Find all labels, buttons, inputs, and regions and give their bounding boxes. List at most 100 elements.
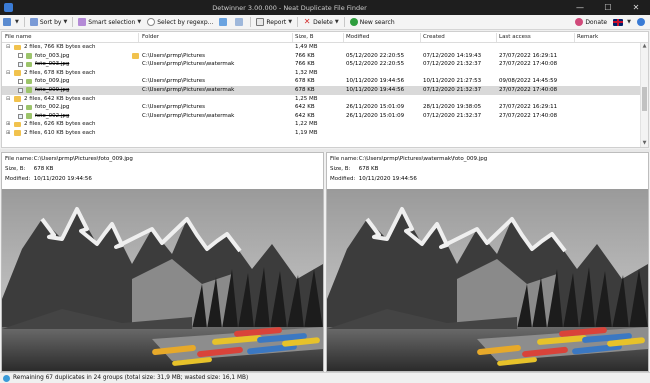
smart-selection-button[interactable]: Smart selection ▼	[75, 16, 144, 29]
expand-icon[interactable]: ⊞	[6, 130, 10, 136]
column-created[interactable]: Created	[423, 34, 445, 40]
column-folder[interactable]: Folder	[142, 34, 159, 40]
scrollbar-thumb[interactable]	[642, 87, 647, 111]
column-remark[interactable]: Remark	[577, 34, 598, 40]
chevron-down-icon: ▼	[137, 19, 142, 25]
file-size: 642 KB	[295, 112, 315, 119]
row-checkbox[interactable]	[18, 87, 23, 93]
scroll-down-icon[interactable]: ▼	[641, 140, 648, 147]
file-modified: 05/12/2020 22:20:55	[346, 61, 405, 68]
column-divider	[138, 33, 139, 42]
size-label: Size, B:	[5, 166, 26, 172]
report-label: Report	[266, 18, 287, 26]
group-size: 1,32 MB	[295, 69, 318, 76]
group-row[interactable]: ⊟ 2 files, 678 KB bytes each 1,32 MB	[2, 69, 648, 78]
file-name-label: File name:	[5, 156, 34, 162]
sort-by-button[interactable]: Sort by ▼	[27, 16, 70, 29]
help-button[interactable]	[634, 16, 650, 29]
preview-image	[327, 189, 648, 371]
file-accessed: 27/07/2022 17:40:08	[499, 86, 558, 93]
image-file-icon	[26, 104, 32, 111]
group-label: 2 files, 610 KB bytes each	[24, 129, 96, 136]
list-view-icon	[3, 18, 11, 26]
select-by-regexp-button[interactable]: Select by regexp...	[144, 16, 216, 29]
file-row[interactable]: foto_003.jpg C:\Users\prmp\Pictures 766 …	[2, 52, 648, 61]
file-created: 07/12/2020 21:32:37	[423, 86, 482, 93]
view-toggle-button[interactable]: ▼	[0, 16, 22, 29]
file-name-info: File name: C:\Users\prmp\Pictures\waterm…	[330, 156, 487, 162]
row-checkbox[interactable]	[18, 53, 23, 59]
donate-button[interactable]: Donate	[572, 16, 610, 29]
file-row[interactable]: foto_003.jpg C:\Users\prmp\Pictures\wate…	[2, 60, 648, 69]
row-checkbox[interactable]	[18, 104, 23, 110]
column-size[interactable]: Size, B	[295, 34, 314, 40]
delete-label: Delete	[313, 18, 333, 26]
minimize-button[interactable]: —	[566, 0, 594, 15]
group-row[interactable]: ⊞ 2 files, 626 KB bytes each 1,22 MB	[2, 120, 648, 129]
clear-selection-icon	[235, 18, 244, 26]
chevron-down-icon: ▼	[15, 19, 19, 25]
report-button[interactable]: Report ▼	[253, 16, 295, 29]
file-row[interactable]: foto_002.jpg C:\Users\prmp\Pictures 642 …	[2, 103, 648, 112]
chevron-down-icon: ▼	[288, 19, 293, 25]
maximize-button[interactable]: ☐	[594, 0, 622, 15]
size-label: Size, B:	[330, 166, 351, 172]
toolbar-divider	[297, 17, 299, 27]
right-preview-pane: File name: C:\Users\prmp\Pictures\waterm…	[326, 152, 649, 372]
file-name: foto_003.jpg	[35, 61, 70, 68]
group-row[interactable]: ⊟ 2 files, 766 KB bytes each 1,49 MB	[2, 43, 648, 52]
file-modified: 26/11/2020 15:01:09	[346, 112, 405, 119]
group-row[interactable]: ⊟ 2 files, 642 KB bytes each 1,25 MB	[2, 95, 648, 104]
toolbar: ▼ Sort by ▼ Smart selection ▼ Select by …	[0, 15, 650, 30]
file-folder: C:\Users\prmp\Pictures\watermak	[142, 61, 235, 68]
expand-icon[interactable]: ⊟	[6, 70, 10, 76]
column-modified[interactable]: Modified	[346, 34, 369, 40]
sort-by-label: Sort by	[39, 18, 62, 26]
vertical-scrollbar[interactable]: ▲ ▼	[640, 43, 648, 147]
chevron-down-icon: ▼	[63, 19, 68, 25]
group-row[interactable]: ⊞ 2 files, 610 KB bytes each 1,19 MB	[2, 129, 648, 138]
magic-wand-icon	[78, 18, 87, 26]
scroll-up-icon[interactable]: ▲	[641, 43, 648, 50]
file-row[interactable]: foto_009.jpg C:\Users\prmp\Pictures 678 …	[2, 77, 648, 86]
column-divider	[420, 33, 421, 42]
expand-icon[interactable]: ⊟	[6, 44, 10, 50]
new-search-button[interactable]: New search	[347, 16, 398, 29]
report-icon	[256, 18, 265, 26]
row-checkbox[interactable]	[18, 113, 23, 119]
modified-value: 10/11/2020 19:44:56	[33, 176, 92, 182]
file-folder: C:\Users\prmp\Pictures\watermak	[142, 86, 235, 93]
uk-flag-icon	[613, 18, 624, 26]
column-file-name[interactable]: File name	[5, 34, 32, 40]
modified-info: Modified: 10/11/2020 19:44:56	[330, 176, 417, 182]
file-size: 766 KB	[295, 52, 315, 59]
expand-icon[interactable]: ⊟	[6, 96, 10, 102]
size-info: Size, B: 678 KB	[5, 166, 53, 172]
expand-icon[interactable]: ⊞	[6, 121, 10, 127]
modified-label: Modified:	[5, 176, 31, 182]
modified-info: Modified: 10/11/2020 19:44:56	[5, 176, 92, 182]
close-button[interactable]: ✕	[622, 0, 650, 15]
folder-icon	[14, 70, 21, 76]
file-row[interactable]: foto_002.jpg C:\Users\prmp\Pictures\wate…	[2, 112, 648, 121]
language-button[interactable]: ▼	[610, 16, 634, 29]
column-last-access[interactable]: Last access	[499, 34, 531, 40]
image-file-icon	[26, 61, 32, 68]
donate-label: Donate	[585, 18, 608, 26]
file-size: 678 KB	[295, 86, 315, 93]
file-accessed: 27/07/2022 16:29:11	[499, 52, 558, 59]
file-created: 28/11/2020 19:38:05	[423, 104, 482, 111]
toolbar-divider	[343, 17, 345, 27]
clear-selection-button[interactable]	[232, 16, 248, 29]
file-name-label: File name:	[330, 156, 359, 162]
group-size: 1,19 MB	[295, 129, 318, 136]
file-row-selected[interactable]: foto_009.jpg C:\Users\prmp\Pictures\wate…	[2, 85, 648, 95]
delete-button[interactable]: ✕ Delete ▼	[300, 16, 342, 29]
invert-selection-button[interactable]	[216, 16, 232, 29]
row-checkbox[interactable]	[18, 61, 23, 67]
row-checkbox[interactable]	[18, 79, 23, 85]
file-modified: 26/11/2020 15:01:09	[346, 104, 405, 111]
file-modified: 05/12/2020 22:20:55	[346, 52, 405, 59]
modified-value: 10/11/2020 19:44:56	[358, 176, 417, 182]
size-value: 678 KB	[33, 166, 54, 172]
